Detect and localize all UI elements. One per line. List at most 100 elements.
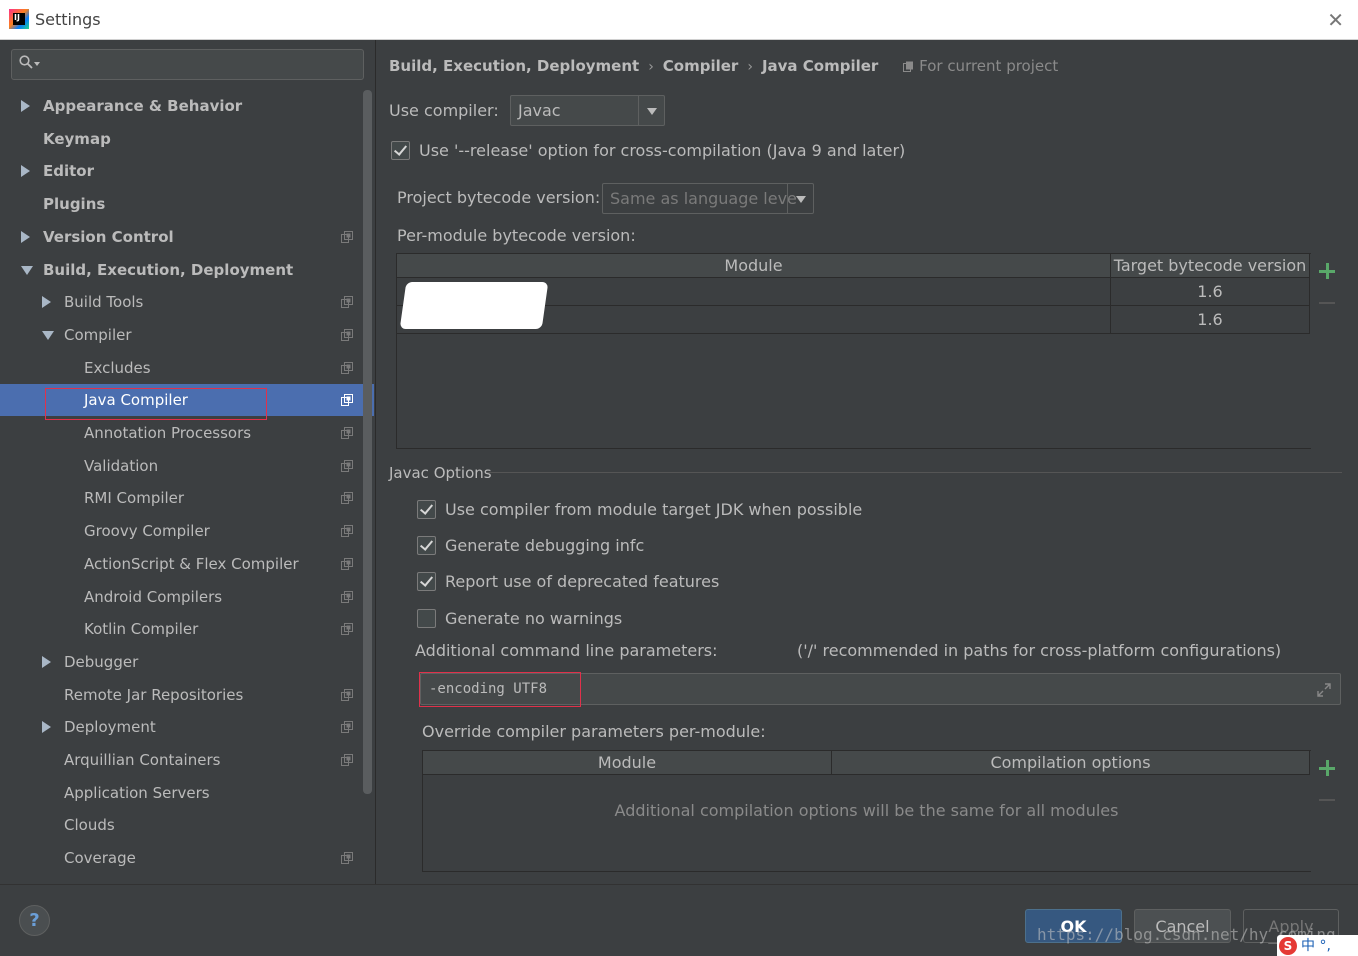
version-cell[interactable]: 1.6 [1111,306,1310,334]
sidebar-item-arquillian-containers[interactable]: Arquillian Containers [0,744,374,776]
release-option-label: Use '--release' option for cross-compila… [419,141,906,160]
sidebar-item-validation[interactable]: Validation [0,450,374,482]
sidebar-item-plugins[interactable]: Plugins [0,188,374,220]
sidebar-item-android-compilers[interactable]: Android Compilers [0,581,374,613]
sidebar-item-appearance-behavior[interactable]: Appearance & Behavior [0,90,374,122]
sidebar-item-editor[interactable]: Editor [0,155,374,187]
help-button[interactable]: ? [19,905,50,936]
sidebar-item-build-execution-deployment[interactable]: Build, Execution, Deployment [0,254,374,286]
project-scope-icon [341,525,353,538]
add-icon[interactable] [1319,760,1335,776]
sidebar-item-application-servers[interactable]: Application Servers [0,777,374,809]
sidebar-item-rmi-compiler[interactable]: RMI Compiler [0,482,374,514]
override-label: Override compiler parameters per-module: [422,722,766,741]
sidebar-item-label: Coverage [64,849,136,868]
sidebar-item-debugger[interactable]: Debugger [0,646,374,678]
project-scope-icon [341,492,353,505]
sidebar-item-kotlin-compiler[interactable]: Kotlin Compiler [0,613,374,645]
use-target-jdk-checkbox[interactable] [417,500,436,519]
window-title: Settings [35,10,101,29]
group-divider [487,472,1342,473]
sidebar-item-label: Editor [43,162,94,181]
sidebar-item-label: RMI Compiler [84,489,185,508]
sidebar-item-label: Appearance & Behavior [43,97,243,115]
module-bytecode-table: Module Target bytecode version 1.6 1.6 [396,253,1344,449]
sidebar-item-groovy-compiler[interactable]: Groovy Compiler [0,515,374,547]
sidebar-item-keymap[interactable]: Keymap [0,123,374,155]
dialog-footer: ? OK Cancel Apply https://blog.csdn.net/… [0,884,1358,956]
debug-info-label: Generate debugging infc [445,536,645,555]
use-compiler-select[interactable]: Javac [510,95,665,126]
sidebar-item-remote-jar-repositories[interactable]: Remote Jar Repositories [0,679,374,711]
deprecated-checkbox[interactable] [417,572,436,591]
breadcrumb-item: Compiler [662,57,739,75]
search-dropdown-icon[interactable] [34,62,40,66]
collapsed-arrow-icon[interactable] [42,721,51,734]
add-icon[interactable] [1319,263,1335,279]
settings-sidebar: Appearance & Behavior Keymap Editor Plugins… [0,40,376,884]
project-bytecode-select[interactable]: Same as language leve [602,183,814,214]
scope-indicator: For current project [903,57,1058,75]
remove-icon[interactable] [1319,799,1335,801]
module-table-toolbar [1310,254,1344,448]
collapsed-arrow-icon[interactable] [21,165,30,178]
collapsed-arrow-icon[interactable] [21,100,30,112]
sidebar-item-actionscript-flex-compiler[interactable]: ActionScript & Flex Compiler [0,548,374,580]
project-scope-icon [341,427,353,439]
project-scope-icon [341,296,353,309]
ok-button[interactable]: OK [1025,909,1122,943]
project-bytecode-value: Same as language leve [610,189,797,208]
version-cell[interactable]: 1.6 [1111,278,1310,306]
sidebar-item-build-tools[interactable]: Build Tools [0,286,374,318]
project-scope-icon [341,754,353,766]
search-icon [19,55,33,69]
column-header-compilation-options[interactable]: Compilation options [832,751,1310,775]
expanded-arrow-icon[interactable] [21,265,33,275]
sidebar-item-label: Clouds [64,816,115,835]
column-header-module[interactable]: Module [397,254,1111,278]
project-scope-icon [341,688,353,701]
scope-label: For current project [919,57,1059,75]
ime-toolbar[interactable]: S 中 °, [1277,935,1358,956]
column-header-module[interactable]: Module [423,751,832,775]
use-compiler-value: Javac [518,101,561,120]
search-input[interactable] [11,49,364,80]
sidebar-item-label: Plugins [43,195,106,214]
debug-info-checkbox[interactable] [417,536,436,555]
sidebar-item-label: Compiler [64,325,132,344]
no-warnings-label: Generate no warnings [445,609,623,628]
sidebar-item-label: Validation [84,456,159,475]
use-target-jdk-label: Use compiler from module target JDK when… [445,500,863,519]
close-icon[interactable]: ✕ [1327,8,1344,32]
sidebar-item-label: Deployment [64,718,156,737]
sidebar-scrollbar[interactable] [363,90,372,794]
collapsed-arrow-icon[interactable] [42,296,51,309]
sidebar-item-annotation-processors[interactable]: Annotation Processors [0,417,374,449]
additional-params-hint: ('/' recommended in paths for cross-plat… [797,641,1282,660]
release-option-checkbox[interactable] [391,141,410,160]
sidebar-item-clouds[interactable]: Clouds [0,809,374,841]
chevron-down-icon[interactable] [787,184,813,213]
sidebar-item-label: Kotlin Compiler [84,620,199,639]
column-header-target-version[interactable]: Target bytecode version [1111,254,1310,278]
sidebar-item-version-control[interactable]: Version Control [0,221,374,253]
remove-icon[interactable] [1319,302,1335,304]
sidebar-item-java-compiler[interactable]: Java Compiler [0,384,374,417]
sidebar-item-label: Annotation Processors [84,424,252,442]
sogou-icon: S [1279,937,1297,955]
table-header: Module Compilation options [423,751,1310,775]
chevron-down-icon[interactable] [638,96,664,125]
additional-params-input[interactable]: -encoding UTF8 [420,673,1341,705]
expanded-arrow-icon[interactable] [42,330,54,340]
collapsed-arrow-icon[interactable] [21,230,30,243]
project-scope-icon [341,852,353,865]
sidebar-item-deployment[interactable]: Deployment [0,711,374,743]
no-warnings-checkbox[interactable] [417,609,436,628]
sidebar-item-label: Remote Jar Repositories [64,685,244,704]
cancel-button[interactable]: Cancel [1134,909,1231,943]
sidebar-item-compiler[interactable]: Compiler [0,319,374,351]
collapsed-arrow-icon[interactable] [42,655,51,668]
sidebar-item-coverage[interactable]: Coverage [0,842,374,874]
sidebar-item-excludes[interactable]: Excludes [0,352,374,384]
expand-icon[interactable] [1316,682,1332,698]
